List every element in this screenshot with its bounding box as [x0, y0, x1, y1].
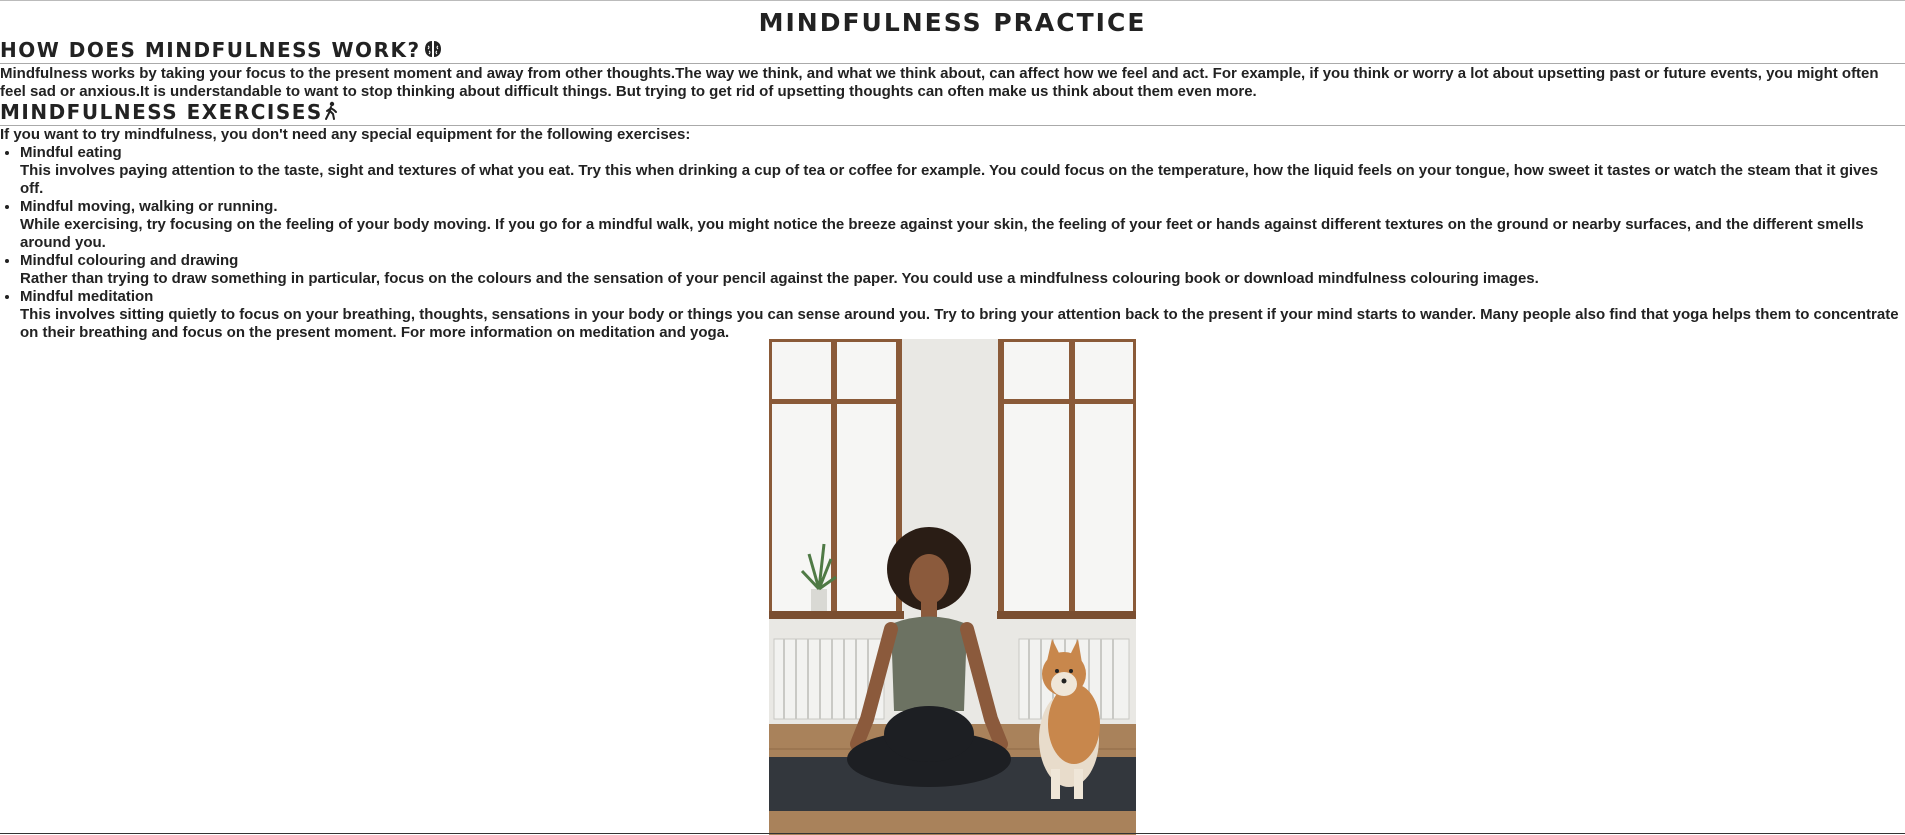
meditation-photo — [769, 339, 1136, 835]
list-item: Mindful colouring and drawing Rather tha… — [20, 252, 1905, 288]
exercises-heading-text: MINDFULNESS EXERCISES — [0, 100, 323, 124]
top-divider — [0, 0, 1905, 1]
exercise-description: This involves sitting quietly to focus o… — [20, 306, 1899, 341]
exercise-title: Mindful eating — [20, 144, 122, 161]
brain-icon — [423, 39, 443, 63]
exercises-intro: If you want to try mindfulness, you don'… — [0, 126, 691, 143]
exercises-heading: MINDFULNESS EXERCISES — [0, 101, 1905, 126]
exercise-description: This involves paying attention to the ta… — [20, 162, 1879, 197]
list-item: Mindful meditation This involves sitting… — [20, 288, 1905, 342]
how-paragraph: Mindfulness works by taking your focus t… — [0, 65, 1879, 100]
exercise-title: Mindful meditation — [20, 288, 154, 305]
how-heading: HOW DOES MINDFULNESS WORK? — [0, 39, 1905, 64]
person-walking-icon — [323, 101, 339, 125]
how-heading-text: HOW DOES MINDFULNESS WORK? — [0, 38, 421, 62]
list-item: Mindful eating This involves paying atte… — [20, 144, 1905, 198]
exercise-description: Rather than trying to draw something in … — [20, 270, 1539, 287]
exercise-description: While exercising, try focusing on the fe… — [20, 216, 1864, 251]
bottom-divider — [0, 833, 1905, 834]
page-title: MINDFULNESS PRACTICE — [758, 8, 1147, 37]
exercise-list: Mindful eating This involves paying atte… — [0, 144, 1905, 342]
exercise-title: Mindful moving, walking or running. — [20, 198, 278, 215]
list-item: Mindful moving, walking or running. Whil… — [20, 198, 1905, 252]
exercise-title: Mindful colouring and drawing — [20, 252, 239, 269]
